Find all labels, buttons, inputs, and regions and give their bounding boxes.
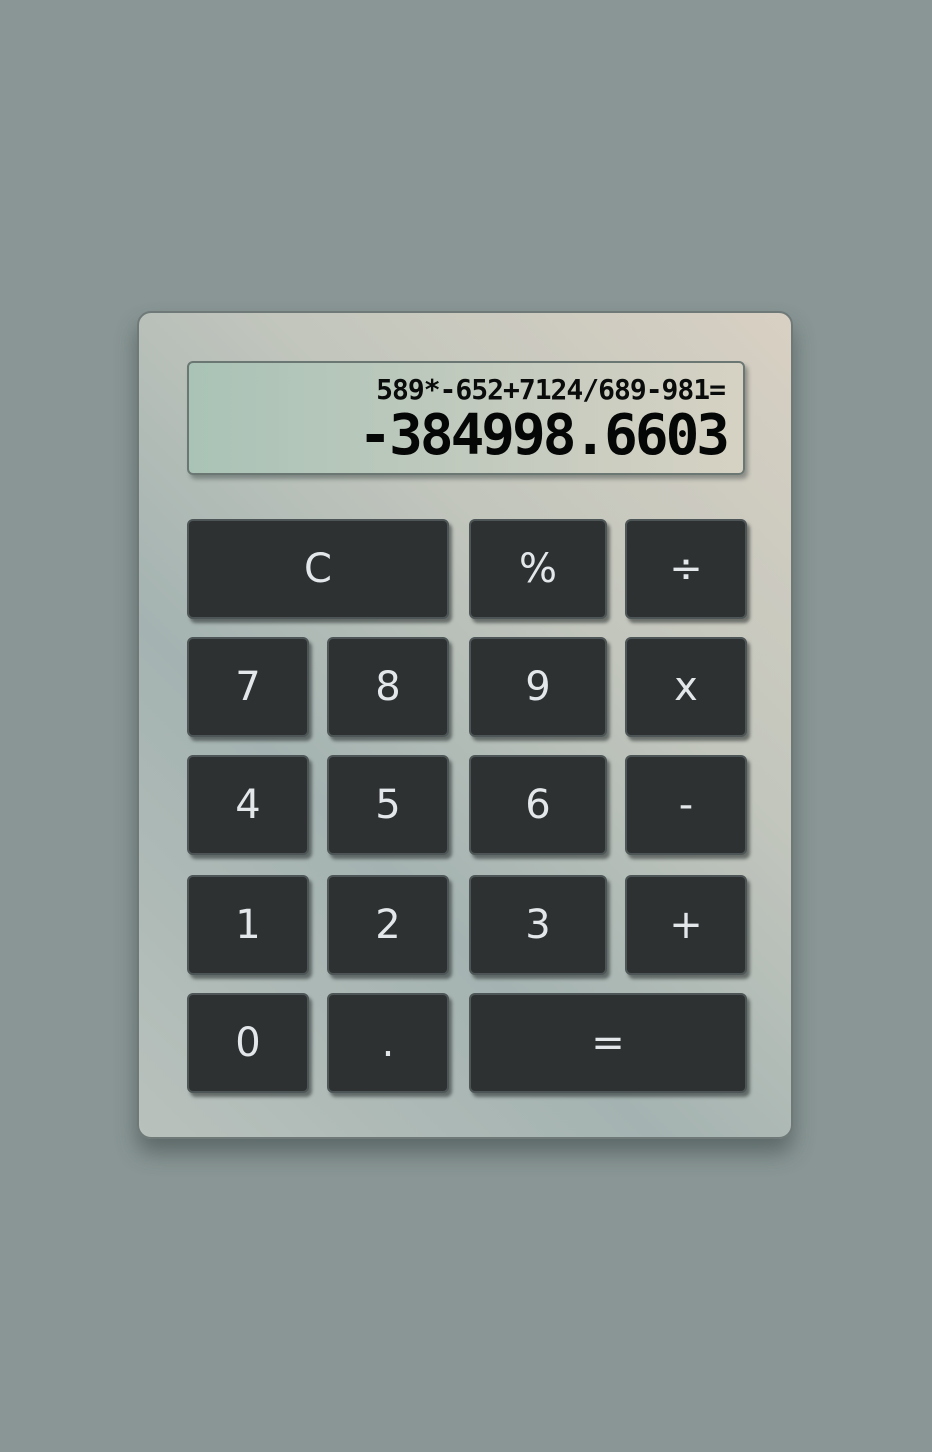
digit-4-button[interactable]: 4 — [187, 755, 309, 855]
result-readout: -384998.6603 — [358, 403, 730, 468]
clear-button[interactable]: C — [187, 519, 449, 619]
digit-9-button[interactable]: 9 — [469, 637, 607, 737]
digit-5-button[interactable]: 5 — [327, 755, 449, 855]
digit-0-button[interactable]: 0 — [187, 993, 309, 1093]
digit-2-button[interactable]: 2 — [327, 875, 449, 975]
multiply-button[interactable]: x — [625, 637, 747, 737]
add-button[interactable]: + — [625, 875, 747, 975]
subtract-button[interactable]: - — [625, 755, 747, 855]
digit-7-button[interactable]: 7 — [187, 637, 309, 737]
percent-button[interactable]: % — [469, 519, 607, 619]
digit-6-button[interactable]: 6 — [469, 755, 607, 855]
digit-3-button[interactable]: 3 — [469, 875, 607, 975]
divide-button[interactable]: ÷ — [625, 519, 747, 619]
calculator-display: 589*-652+7124/689-981= -384998.6603 — [187, 361, 745, 475]
decimal-button[interactable]: . — [327, 993, 449, 1093]
digit-1-button[interactable]: 1 — [187, 875, 309, 975]
digit-8-button[interactable]: 8 — [327, 637, 449, 737]
expression-readout: 589*-652+7124/689-981= — [376, 373, 726, 406]
calculator-body: 589*-652+7124/689-981= -384998.6603 C % … — [137, 311, 793, 1139]
equals-button[interactable]: = — [469, 993, 747, 1093]
